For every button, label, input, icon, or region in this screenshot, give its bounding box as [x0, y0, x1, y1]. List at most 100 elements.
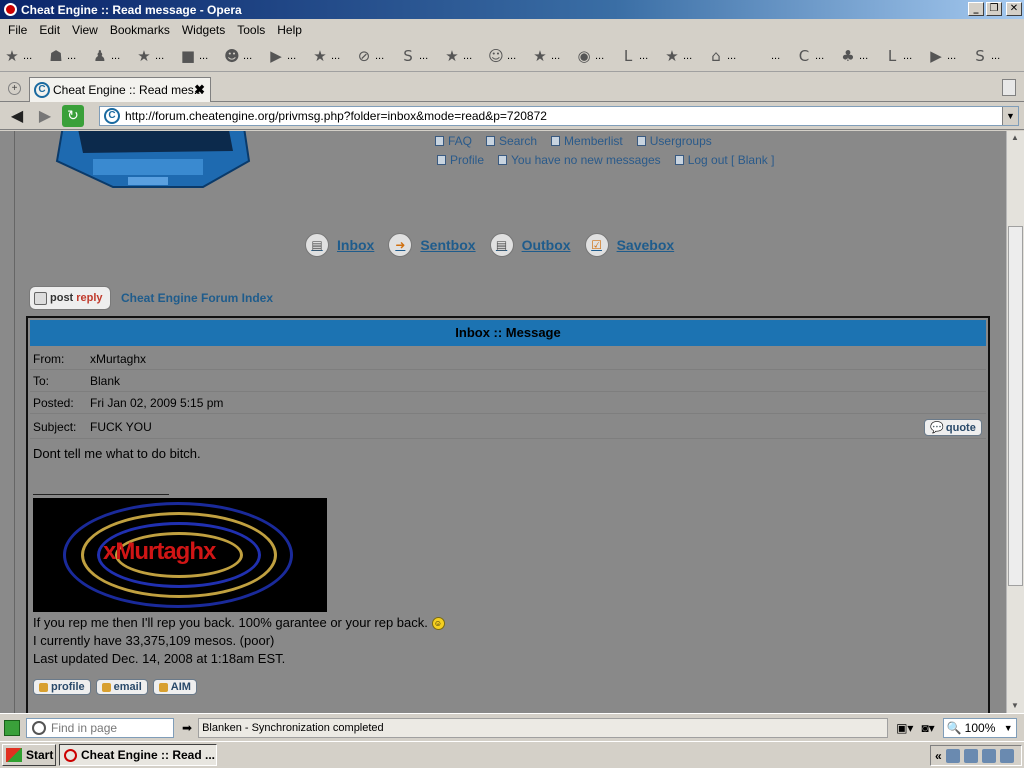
close-window-button[interactable]: ✕: [1006, 2, 1022, 16]
start-button[interactable]: Start: [2, 744, 56, 766]
email-button[interactable]: email: [95, 679, 148, 695]
signature-line-3: Last updated Dec. 14, 2008 at 1:18am EST…: [33, 651, 286, 666]
reload-button[interactable]: ↻: [62, 104, 84, 127]
camera-icon[interactable]: ◙▾: [921, 721, 934, 735]
bookmark-label: ...: [683, 50, 693, 62]
tab-close-icon[interactable]: ✖: [194, 82, 205, 98]
bookmark-2[interactable]: ♟...: [92, 45, 136, 67]
menu-widgets[interactable]: Widgets: [176, 23, 231, 37]
pm-folder-nav: ▤ Inbox ➜ Sentbox ▤ Outbox ☑ Savebox: [305, 233, 674, 257]
sentbox-link[interactable]: ➜ Sentbox: [388, 233, 476, 257]
bookmark-3[interactable]: ★...: [136, 45, 180, 67]
logout-link[interactable]: Log out [ Blank ]: [674, 153, 774, 167]
savebox-link[interactable]: ☑ Savebox: [584, 233, 674, 257]
post-reply-button[interactable]: post reply: [29, 286, 111, 310]
windows-logo-icon: [6, 748, 22, 762]
bookmark-0[interactable]: ★...: [4, 45, 48, 67]
bookmark-6[interactable]: ▶...: [268, 45, 312, 67]
tray-monitor-icon[interactable]: [981, 748, 996, 763]
menu-tools[interactable]: Tools: [231, 23, 271, 37]
from-value[interactable]: xMurtaghx: [90, 352, 146, 366]
bookmark-21[interactable]: ▶...: [928, 45, 972, 67]
scrollbar-thumb[interactable]: [1008, 226, 1023, 586]
bookmark-label: ...: [199, 50, 209, 62]
bookmark-label: ...: [859, 50, 869, 62]
outbox-link[interactable]: ▤ Outbox: [489, 233, 571, 257]
bookmark-18[interactable]: C...: [796, 45, 840, 67]
bookmark-4[interactable]: ■...: [180, 45, 224, 67]
bookmark-5[interactable]: ☻...: [224, 45, 268, 67]
youtube-icon: ▶: [930, 47, 942, 65]
restore-button[interactable]: ❐: [986, 2, 1002, 16]
aim-icon: [158, 682, 168, 692]
taskbar-opera-window[interactable]: Cheat Engine :: Read ...: [59, 744, 217, 766]
signature-image-text: xMurtaghx: [103, 538, 216, 565]
bookmark-9[interactable]: S...: [400, 45, 444, 67]
trash-icon[interactable]: [1002, 79, 1016, 96]
to-row: To: Blank: [33, 374, 121, 388]
tray-volume-icon[interactable]: [999, 748, 1014, 763]
message-body: Dont tell me what to do bitch.: [33, 446, 201, 461]
opera-unite-icon[interactable]: ▣▾: [896, 721, 913, 735]
profile-icon: [437, 154, 446, 165]
forward-button[interactable]: ▶: [34, 105, 56, 127]
menu-edit[interactable]: Edit: [33, 23, 66, 37]
new-tab-button[interactable]: +: [8, 82, 21, 95]
zoom-select[interactable]: 🔍 100% ▼: [942, 717, 1017, 738]
profile-link[interactable]: Profile: [437, 153, 484, 167]
forum-index-link[interactable]: Cheat Engine Forum Index: [121, 291, 273, 305]
menu-bar: File Edit View Bookmarks Widgets Tools H…: [0, 19, 1024, 41]
bookmarks-bar: ★... ☗... ♟... ★... ■... ☻... ▶... ★... ⊘... S...…: [0, 41, 1024, 72]
aim-button[interactable]: AIM: [152, 679, 197, 695]
address-field[interactable]: C http://forum.cheatengine.org/privmsg.p…: [99, 106, 1019, 126]
page-scrollbar[interactable]: ▲ ▼: [1006, 131, 1024, 713]
scroll-down-icon[interactable]: ▼: [1007, 699, 1023, 713]
bookmark-14[interactable]: L...: [620, 45, 664, 67]
people-icon: ☺: [488, 47, 504, 65]
blank-icon: [752, 48, 768, 64]
star-icon: ★: [5, 47, 19, 65]
logout-icon: [674, 154, 684, 165]
bookmark-11[interactable]: ☺...: [488, 45, 532, 67]
subject-value: FUCK YOU: [90, 420, 152, 434]
address-dropdown-icon[interactable]: ▼: [1002, 107, 1018, 125]
tray-app-icon[interactable]: [963, 748, 978, 763]
panel-toggle-icon[interactable]: [4, 719, 20, 736]
bookmark-13[interactable]: ◉...: [576, 45, 620, 67]
faq-link[interactable]: FAQ: [435, 134, 472, 148]
bookmark-15[interactable]: ★...: [664, 45, 708, 67]
bookmark-22[interactable]: S...: [972, 45, 1016, 67]
menu-help[interactable]: Help: [271, 23, 308, 37]
bookmark-label: ...: [463, 50, 473, 62]
bookmark-1[interactable]: ☗...: [48, 45, 92, 67]
quote-button[interactable]: 💬 quote: [924, 419, 982, 436]
tab-cheat-engine[interactable]: C Cheat Engine :: Read mes... ✖: [29, 77, 211, 102]
scroll-up-icon[interactable]: ▲: [1007, 131, 1023, 145]
back-button[interactable]: ◀: [6, 105, 28, 127]
network-icon[interactable]: [945, 748, 960, 763]
bookmark-12[interactable]: ★...: [532, 45, 576, 67]
bookmark-19[interactable]: ♣...: [840, 45, 884, 67]
profile-button[interactable]: profile: [33, 679, 91, 695]
menu-view[interactable]: View: [66, 23, 104, 37]
menu-bookmarks[interactable]: Bookmarks: [104, 23, 176, 37]
status-bar: Find in page ➡ Blanken - Synchronization…: [0, 713, 1024, 741]
minimize-button[interactable]: _: [968, 2, 984, 16]
lmgtfy-icon: L: [623, 47, 633, 65]
bookmark-17[interactable]: ...: [752, 45, 796, 67]
inbox-link[interactable]: ▤ Inbox: [305, 233, 374, 257]
tray-expand-icon[interactable]: «: [935, 749, 942, 763]
bookmark-10[interactable]: ★...: [444, 45, 488, 67]
bookmark-16[interactable]: ⌂...: [708, 45, 752, 67]
messages-link[interactable]: You have no new messages: [498, 153, 661, 167]
usergroups-link[interactable]: Usergroups: [636, 134, 712, 148]
memberlist-link[interactable]: Memberlist: [551, 134, 623, 148]
bookmark-label: ...: [243, 50, 253, 62]
bookmark-20[interactable]: L...: [884, 45, 928, 67]
menu-file[interactable]: File: [2, 23, 33, 37]
find-in-page-field[interactable]: Find in page: [26, 717, 174, 738]
box-icon: ■: [180, 47, 196, 65]
bookmark-8[interactable]: ⊘...: [356, 45, 400, 67]
search-link[interactable]: Search: [486, 134, 537, 148]
bookmark-7[interactable]: ★...: [312, 45, 356, 67]
